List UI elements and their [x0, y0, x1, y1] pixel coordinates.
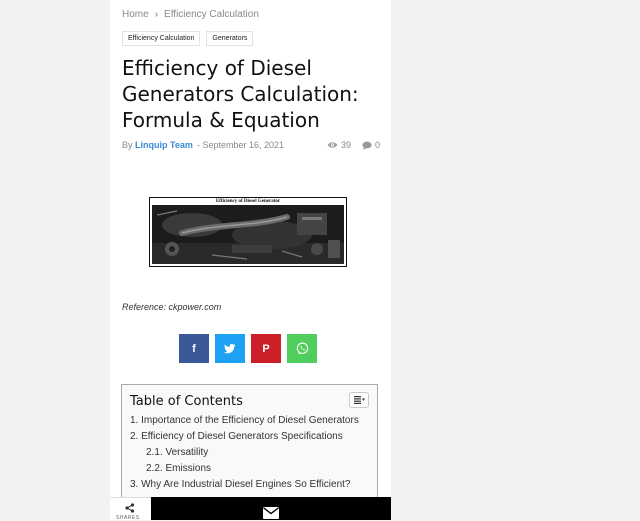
byline-prefix: By [122, 140, 133, 150]
breadcrumb-home-link[interactable]: Home [122, 9, 149, 20]
article-image: Efficiency of Diesel Generator [149, 197, 347, 267]
toc-item[interactable]: 2. Efficiency of Diesel Generators Speci… [130, 429, 370, 445]
publish-date: - September 16, 2021 [197, 140, 285, 150]
share-buttons: f P [179, 334, 317, 363]
view-count: 39 [327, 140, 351, 150]
eye-icon [327, 142, 338, 148]
page-title: Efficiency of Diesel Generators Calculat… [122, 56, 359, 132]
breadcrumb-separator: › [154, 9, 159, 20]
twitter-share-button[interactable] [215, 334, 245, 363]
facebook-share-button[interactable]: f [179, 334, 209, 363]
breadcrumb: Home › Efficiency Calculation [122, 9, 259, 20]
toc-item[interactable]: 2.1. Versatility [130, 445, 370, 461]
bottom-share-counter[interactable]: SHARES [110, 497, 151, 521]
twitter-icon [224, 343, 236, 353]
comment-count[interactable]: 0 [362, 140, 380, 150]
tag-efficiency-calculation[interactable]: Efficiency Calculation [122, 31, 201, 46]
whatsapp-icon [296, 342, 308, 355]
pinterest-icon: P [262, 342, 270, 355]
toc-list: 1. Importance of the Efficiency of Diese… [130, 413, 370, 493]
list-toggle-icon [353, 396, 365, 404]
toc-item[interactable]: 3. Why Are Industrial Diesel Engines So … [130, 477, 370, 493]
tag-list: Efficiency Calculation Generators [122, 31, 254, 46]
share-icon [125, 503, 135, 513]
diesel-engine-image [152, 205, 344, 264]
breadcrumb-current-link[interactable]: Efficiency Calculation [164, 9, 259, 20]
author-link[interactable]: Linquip Team [135, 140, 193, 150]
envelope-icon [263, 507, 279, 519]
image-reference: Reference: ckpower.com [122, 302, 222, 312]
image-caption: Efficiency of Diesel Generator [215, 199, 281, 204]
whatsapp-share-button[interactable] [287, 334, 317, 363]
article-meta: By Linquip Team - September 16, 2021 39 … [122, 140, 380, 152]
comment-icon [362, 141, 372, 150]
comment-count-value: 0 [375, 140, 381, 150]
toc-item[interactable]: 2.2. Emissions [130, 461, 370, 477]
pinterest-share-button[interactable]: P [251, 334, 281, 363]
facebook-icon: f [192, 342, 196, 355]
toc-item[interactable]: 1. Importance of the Efficiency of Diese… [130, 413, 370, 429]
article-page: Home › Efficiency Calculation Efficiency… [110, 0, 391, 520]
toc-title: Table of Contents [130, 394, 243, 409]
toc-toggle-button[interactable] [349, 392, 369, 408]
shares-label: SHARES [116, 515, 140, 521]
tag-generators[interactable]: Generators [206, 31, 254, 46]
bottom-email-bar[interactable] [151, 497, 391, 520]
view-count-value: 39 [341, 140, 352, 150]
